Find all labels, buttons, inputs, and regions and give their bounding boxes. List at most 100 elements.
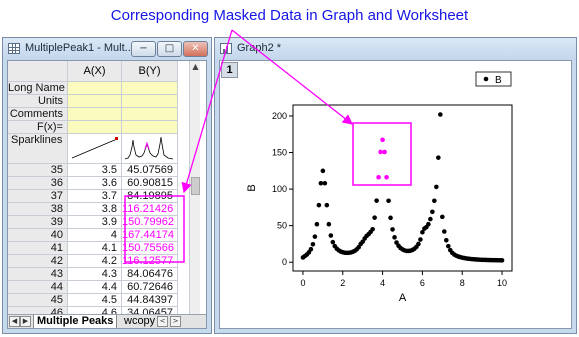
worksheet-title: MultiplePeak1 - Mult... — [25, 42, 134, 54]
cell-b[interactable]: 84.06476 — [122, 268, 178, 281]
vertical-scrollbar[interactable]: ▲ ▼ — [189, 61, 200, 326]
data-point — [426, 221, 431, 227]
masked-cell-b[interactable]: 116.21426 — [122, 203, 178, 216]
masked-cell-b[interactable]: 167.44174 — [122, 229, 178, 242]
data-point — [390, 227, 395, 232]
meta-cell[interactable] — [68, 95, 122, 108]
masked-cell-b[interactable]: 150.79962 — [122, 216, 178, 229]
y-tick-label: 0 — [282, 257, 287, 267]
masked-cell-b[interactable]: 116.12577 — [122, 255, 178, 268]
row-number[interactable]: 35 — [8, 164, 68, 177]
restore-button[interactable]: □ — [157, 41, 182, 57]
masked-cell-b[interactable]: 150.75566 — [122, 242, 178, 255]
data-point — [318, 180, 324, 186]
legend-box — [475, 71, 512, 87]
cell-a[interactable]: 3.6 — [68, 177, 122, 190]
meta-cell[interactable] — [68, 121, 122, 134]
meta-cell[interactable] — [122, 108, 178, 121]
meta-cell[interactable] — [122, 95, 178, 108]
tab-next-icon[interactable]: ▶ — [20, 316, 31, 327]
row-number[interactable]: 38 — [8, 203, 68, 216]
masked-data-point — [376, 174, 381, 180]
tab-multiple-peaks[interactable]: Multiple Peaks — [33, 315, 118, 328]
cell-b[interactable]: 45.07569 — [122, 164, 178, 177]
data-rows: 35 3.5 45.07569 36 3.6 60.90815 37 3.7 84.19895 3… — [8, 164, 178, 328]
data-point — [314, 221, 320, 227]
cell-a[interactable]: 4.5 — [68, 294, 122, 307]
cell-b[interactable]: 84.19895 — [122, 190, 178, 203]
row-number[interactable]: 41 — [8, 242, 68, 255]
row-number[interactable]: 45 — [8, 294, 68, 307]
meta-label-comments[interactable]: Comments — [8, 108, 68, 121]
meta-label-long-name[interactable]: Long Name — [8, 82, 68, 95]
cell-b[interactable]: 60.90815 — [122, 177, 178, 190]
worksheet-grid[interactable]: A(X) B(Y) Long Name Units Comments F(x)=… — [7, 60, 207, 329]
graph-titlebar[interactable]: Graph2 * — [215, 38, 576, 60]
y-tick-label: 200 — [272, 111, 287, 121]
worksheet-window[interactable]: MultiplePeak1 - Mult... − □ ✕ A(X) B(Y) … — [2, 37, 212, 334]
legend-label: B — [495, 75, 502, 86]
tab-wcopy[interactable]: wcopy — [122, 315, 155, 328]
row-number[interactable]: 37 — [8, 190, 68, 203]
meta-label-fx[interactable]: F(x)= — [8, 121, 68, 134]
cell-a[interactable]: 4 — [68, 229, 122, 242]
meta-cell[interactable] — [68, 82, 122, 95]
data-point — [444, 237, 449, 243]
y-axis-title: B — [246, 184, 258, 191]
masked-data-point — [378, 149, 383, 155]
cell-a[interactable]: 4.1 — [68, 242, 122, 255]
cell-a[interactable]: 4.2 — [68, 255, 122, 268]
data-point — [330, 239, 336, 245]
scroll-up-icon[interactable]: ▲ — [190, 61, 201, 73]
column-header-b[interactable]: B(Y) — [122, 61, 178, 82]
cell-a[interactable]: 4.3 — [68, 268, 122, 281]
corner-cell[interactable] — [8, 61, 68, 82]
data-point — [372, 215, 377, 220]
meta-cell[interactable] — [122, 82, 178, 95]
cell-a[interactable]: 3.9 — [68, 216, 122, 229]
row-number[interactable]: 42 — [8, 255, 68, 268]
masked-data-point — [382, 149, 387, 155]
scroll-thumb[interactable] — [191, 177, 200, 195]
x-tick-label: 8 — [460, 278, 465, 288]
annotation-heading: Corresponding Masked Data in Graph and W… — [110, 7, 469, 24]
data-point — [312, 234, 318, 239]
cell-a[interactable]: 3.7 — [68, 190, 122, 203]
graph-title: Graph2 * — [237, 42, 282, 54]
sparkline-a-chart — [71, 137, 118, 159]
row-number[interactable]: 40 — [8, 229, 68, 242]
cell-b[interactable]: 60.72646 — [122, 281, 178, 294]
x-tick-label: 2 — [340, 278, 345, 288]
meta-cell[interactable] — [68, 108, 122, 121]
graph-window[interactable]: Graph2 * 1 0 2 4 6 8 10 0 50 100 150 200 A B B — [214, 37, 577, 334]
data-point — [392, 235, 397, 240]
column-header-a[interactable]: A(X) — [68, 61, 122, 82]
worksheet-titlebar[interactable]: MultiplePeak1 - Mult... − □ ✕ — [3, 38, 211, 60]
tab-scroll-right-icon[interactable]: > — [170, 316, 181, 327]
y-tick-label: 100 — [272, 184, 287, 194]
close-button[interactable]: ✕ — [183, 41, 208, 57]
data-point — [326, 221, 332, 227]
data-point — [445, 243, 451, 249]
tab-scroll-left-icon[interactable]: < — [157, 316, 168, 327]
meta-label-sparklines[interactable]: Sparklines — [8, 134, 68, 164]
data-point — [388, 215, 393, 221]
sparkline-b[interactable] — [122, 134, 178, 164]
row-number[interactable]: 39 — [8, 216, 68, 229]
minimize-button[interactable]: − — [131, 41, 156, 57]
data-point — [430, 209, 435, 215]
sparkline-b-chart — [124, 136, 174, 160]
row-number[interactable]: 44 — [8, 281, 68, 294]
tab-prev-icon[interactable]: ◀ — [9, 316, 20, 327]
row-number[interactable]: 43 — [8, 268, 68, 281]
cell-b[interactable]: 44.84397 — [122, 294, 178, 307]
sparkline-a[interactable] — [68, 134, 122, 164]
meta-cell[interactable] — [122, 121, 178, 134]
meta-label-units[interactable]: Units — [8, 95, 68, 108]
cell-a[interactable]: 4.4 — [68, 281, 122, 294]
cell-a[interactable]: 3.8 — [68, 203, 122, 216]
graph-page[interactable]: 1 0 2 4 6 8 10 0 50 100 150 200 A B B — [219, 60, 572, 329]
row-number[interactable]: 36 — [8, 177, 68, 190]
cell-a[interactable]: 3.5 — [68, 164, 122, 177]
data-point — [320, 168, 326, 174]
